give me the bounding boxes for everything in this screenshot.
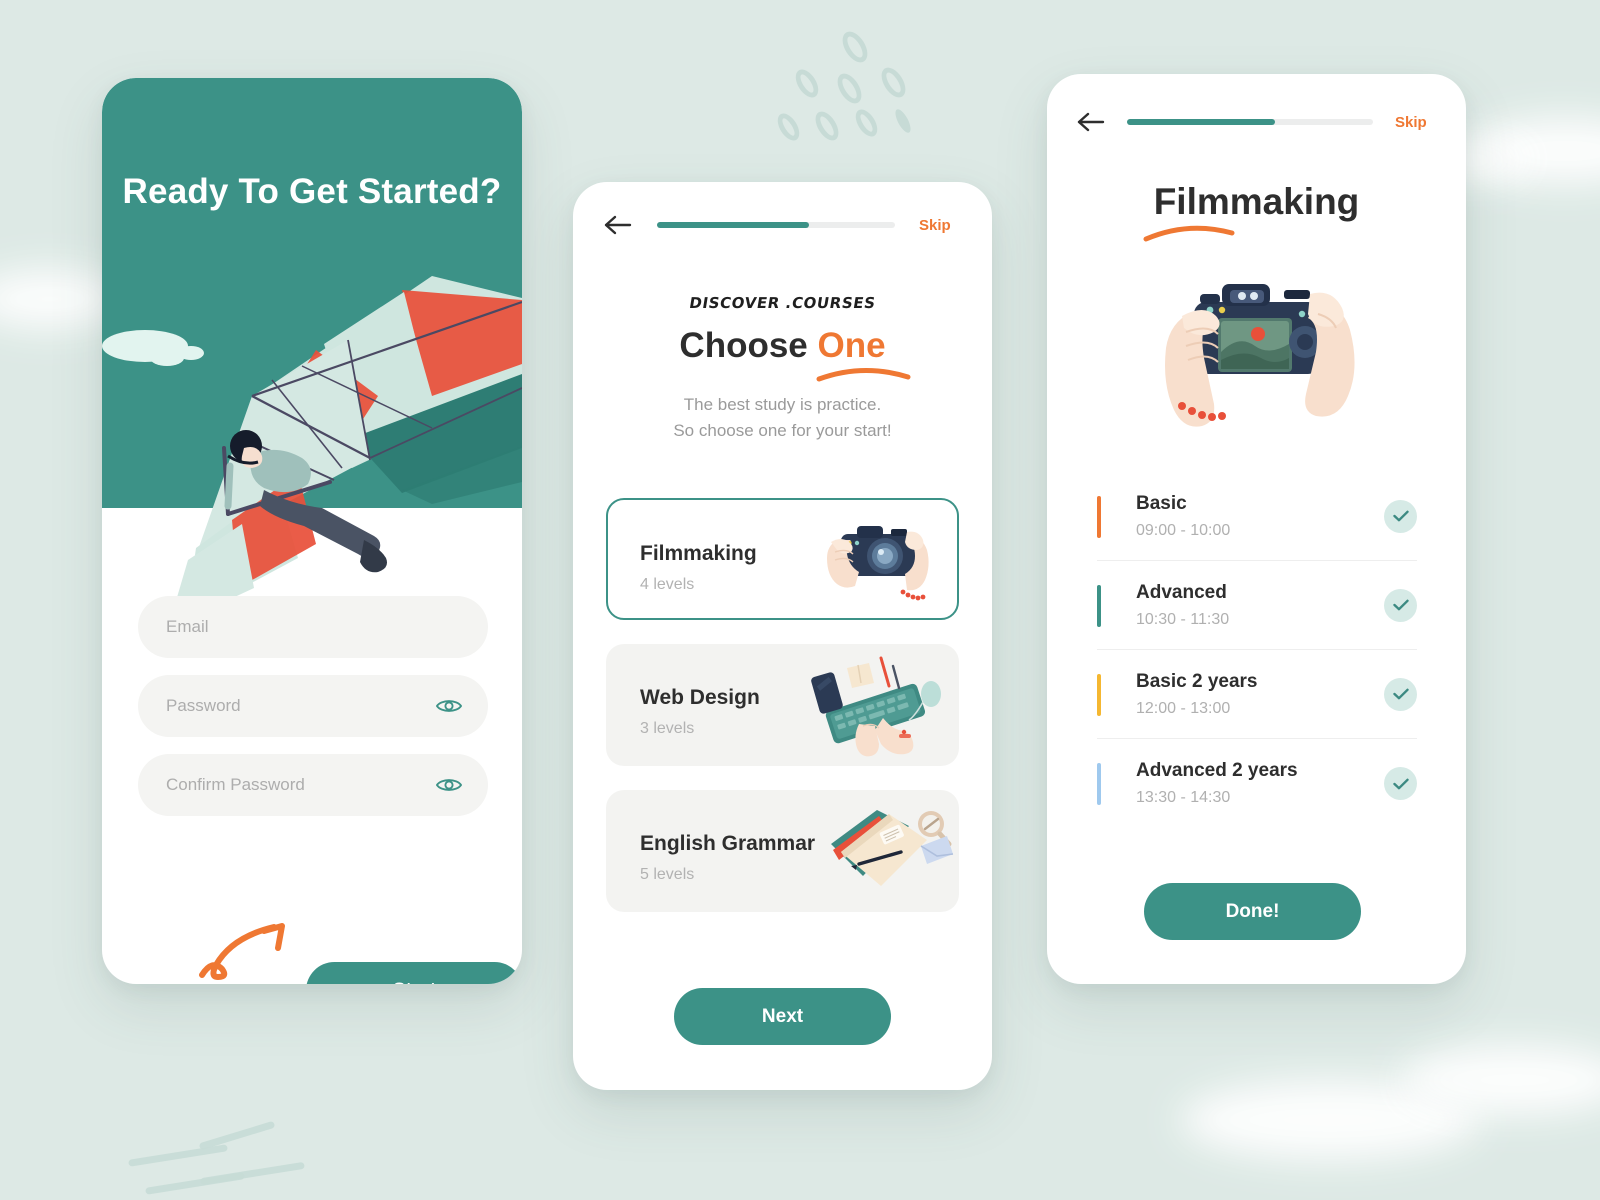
stroke-shape xyxy=(200,1161,305,1186)
eye-icon[interactable] xyxy=(436,776,462,794)
course-levels: 4 levels xyxy=(640,576,695,593)
schedule-title: Advanced 2 years xyxy=(1136,760,1298,781)
phone-screen-course-detail: Skip Filmmaking Basic 09:00 - 10:00 Adva… xyxy=(1047,74,1466,984)
schedule-color-bar xyxy=(1097,585,1101,627)
eye-icon[interactable] xyxy=(436,697,462,715)
schedule-time: 12:00 - 13:00 xyxy=(1136,699,1231,717)
schedule-color-bar xyxy=(1097,674,1101,716)
password-input[interactable] xyxy=(138,696,436,716)
schedule-title: Basic xyxy=(1136,492,1187,514)
subtitle-line-1: The best study is practice. xyxy=(683,395,882,414)
ring-shape xyxy=(773,109,804,145)
schedule-text: Basic 09:00 - 10:00 xyxy=(1136,493,1230,540)
ring-shape xyxy=(851,105,882,141)
schedule-time: 09:00 - 10:00 xyxy=(1136,521,1231,539)
schedule-text: Advanced 2 years 13:30 - 14:30 xyxy=(1136,760,1298,807)
phone-screen-choose-course: Skip DISCOVER .COURSES Choose One The be… xyxy=(573,182,992,1090)
page-subtitle: The best study is practice. So choose on… xyxy=(573,392,992,444)
course-name: English Grammar xyxy=(640,832,816,855)
confirm-password-input[interactable] xyxy=(138,775,436,795)
confirm-password-field[interactable] xyxy=(138,754,488,816)
course-levels: 5 levels xyxy=(640,866,695,883)
camera-in-hands-illustration xyxy=(1132,254,1382,459)
curved-arrow-doodle xyxy=(198,923,294,984)
section-kicker: DISCOVER .COURSES xyxy=(688,294,877,312)
schedule-list: Basic 09:00 - 10:00 Advanced 10:30 - 11:… xyxy=(1097,472,1417,828)
notebooks-illustration xyxy=(815,800,955,907)
schedule-color-bar xyxy=(1097,496,1101,538)
headline-accent: One xyxy=(817,326,886,365)
next-button[interactable]: Next xyxy=(674,988,891,1045)
course-card-filmmaking[interactable]: Filmmaking 4 levels xyxy=(606,498,959,620)
schedule-row[interactable]: Advanced 10:30 - 11:30 xyxy=(1097,561,1417,650)
camera-in-hands-illustration xyxy=(807,512,947,617)
schedule-row[interactable]: Basic 09:00 - 10:00 xyxy=(1097,472,1417,561)
schedule-title: Basic 2 years xyxy=(1136,670,1258,692)
course-card-web-design[interactable]: Web Design 3 levels xyxy=(606,644,959,766)
hang-glider-illustration xyxy=(102,268,522,628)
stroke-shape xyxy=(128,1144,228,1167)
stroke-shape xyxy=(198,1120,276,1151)
course-levels: 3 levels xyxy=(640,720,695,737)
ring-shape xyxy=(810,107,844,145)
ring-shape xyxy=(876,63,911,102)
page-title: Filmmaking xyxy=(1153,181,1360,222)
progress-bar-fill xyxy=(657,222,810,228)
page-headline: Choose One xyxy=(573,326,992,366)
schedule-time: 13:30 - 14:30 xyxy=(1136,789,1231,806)
schedule-row[interactable]: Advanced 2 years 13:30 - 14:30 xyxy=(1097,739,1417,828)
check-icon[interactable] xyxy=(1384,677,1417,711)
ring-shape xyxy=(837,27,873,67)
schedule-time: 10:30 - 11:30 xyxy=(1136,610,1230,628)
start-button[interactable]: Start xyxy=(306,962,522,984)
back-arrow-icon[interactable] xyxy=(604,215,632,235)
signup-form xyxy=(138,596,488,833)
check-icon[interactable] xyxy=(1384,499,1417,533)
done-button[interactable]: Done! xyxy=(1144,883,1361,940)
email-field[interactable] xyxy=(138,596,488,658)
underline-swoosh xyxy=(816,366,911,389)
subtitle-line-2: So choose one for your start! xyxy=(673,420,892,440)
ring-shape xyxy=(832,69,867,108)
skip-button[interactable]: Skip xyxy=(919,217,951,234)
progress-bar xyxy=(1127,119,1373,125)
schedule-color-bar xyxy=(1097,763,1101,805)
back-arrow-icon[interactable] xyxy=(1077,112,1105,132)
phone-screen-signup: Ready To Get Started? Email Password Con… xyxy=(102,78,522,984)
phone3-top-bar: Skip xyxy=(1077,112,1439,132)
password-field[interactable] xyxy=(138,675,488,737)
schedule-title: Advanced xyxy=(1136,581,1227,603)
ring-shape xyxy=(791,65,823,102)
check-icon[interactable] xyxy=(1384,588,1417,622)
course-name: Filmmaking xyxy=(640,542,757,565)
progress-bar xyxy=(657,222,895,228)
schedule-text: Advanced 10:30 - 11:30 xyxy=(1136,582,1229,629)
underline-swoosh xyxy=(1143,224,1235,249)
course-name: Web Design xyxy=(640,686,760,709)
schedule-text: Basic 2 years 12:00 - 13:00 xyxy=(1136,671,1258,718)
check-icon[interactable] xyxy=(1384,767,1417,800)
ring-shape xyxy=(892,107,914,135)
course-card-english-grammar[interactable]: English Grammar 5 levels xyxy=(606,790,959,912)
skip-button[interactable]: Skip xyxy=(1395,114,1427,131)
schedule-row[interactable]: Basic 2 years 12:00 - 13:00 xyxy=(1097,650,1417,739)
page-title: Ready To Get Started? xyxy=(122,172,502,211)
email-input[interactable] xyxy=(138,617,488,637)
headline-lead: Choose xyxy=(679,326,818,365)
phone2-top-bar: Skip xyxy=(604,215,964,235)
keyboard-desk-illustration xyxy=(805,654,951,763)
progress-bar-fill xyxy=(1127,119,1275,125)
